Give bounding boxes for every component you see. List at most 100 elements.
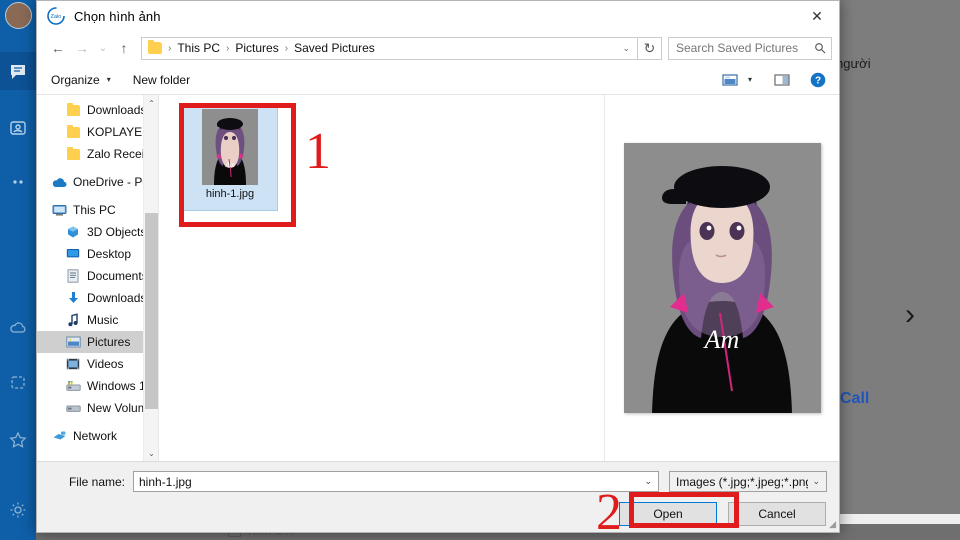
zalo-icon: Zalo bbox=[47, 7, 65, 25]
forward-button[interactable]: → bbox=[70, 36, 94, 60]
file-name-row: File name: hinh-1.jpg ⌄ Images (*.jpg;*.… bbox=[49, 471, 827, 492]
preview-image: Am bbox=[624, 143, 821, 413]
chevron-right-icon[interactable]: › bbox=[905, 300, 915, 330]
close-icon[interactable]: ✕ bbox=[795, 1, 839, 31]
sidebar-item-desktop[interactable]: Desktop bbox=[37, 243, 158, 265]
scrollbar-thumb[interactable] bbox=[145, 213, 158, 409]
dialog-title: Chọn hình ảnh bbox=[74, 9, 161, 24]
sidebar-item-downloads[interactable]: Downloads bbox=[37, 287, 158, 309]
svg-text:Zalo: Zalo bbox=[51, 14, 62, 20]
view-options-icon[interactable] bbox=[719, 69, 741, 91]
organize-button[interactable]: Organize ▾ bbox=[51, 73, 111, 87]
sidebar-item-label: Documents bbox=[87, 269, 148, 283]
file-item-hinh-1[interactable]: Am hinh-1.jpg bbox=[182, 103, 278, 211]
sidebar-scrollbar[interactable]: ⌃ ⌄ bbox=[143, 95, 158, 461]
breadcrumb-separator: › bbox=[226, 43, 229, 54]
star-icon[interactable] bbox=[8, 430, 28, 450]
dialog-body: Downloads KOPLAYER Zalo Received OneDriv… bbox=[37, 95, 839, 461]
sidebar-item-videos[interactable]: Videos bbox=[37, 353, 158, 375]
sidebar-item-music[interactable]: Music bbox=[37, 309, 158, 331]
scroll-down-icon[interactable]: ⌄ bbox=[144, 445, 159, 461]
sidebar-item-zalo-received[interactable]: Zalo Received bbox=[37, 143, 158, 165]
breadcrumb-item-pictures[interactable]: Pictures bbox=[235, 41, 278, 55]
folder-icon bbox=[65, 146, 81, 162]
gear-icon[interactable] bbox=[8, 500, 28, 520]
background-call-link[interactable]: Call bbox=[840, 390, 869, 408]
sidebar-item-pictures[interactable]: Pictures bbox=[37, 331, 158, 353]
drive-icon bbox=[65, 400, 81, 416]
zalo-sidebar-rail bbox=[0, 0, 36, 540]
sidebar-item-new-volume[interactable]: New Volume ( bbox=[37, 397, 158, 419]
chevron-down-icon[interactable]: ⌄ bbox=[808, 476, 824, 487]
sidebar-item-label: KOPLAYER bbox=[87, 125, 151, 139]
downloads-icon bbox=[65, 290, 81, 306]
chevron-down-icon: ▾ bbox=[107, 75, 111, 84]
folder-icon bbox=[65, 124, 81, 140]
sidebar-item-onedrive[interactable]: OneDrive - Pers bbox=[37, 171, 158, 193]
sidebar-item-3d-objects[interactable]: 3D Objects bbox=[37, 221, 158, 243]
sidebar-item-label: Music bbox=[87, 313, 118, 327]
open-button[interactable]: Open bbox=[619, 502, 717, 526]
sidebar-item-documents[interactable]: Documents bbox=[37, 265, 158, 287]
annotation-number-2: 2 bbox=[596, 487, 622, 539]
more-dots-icon[interactable] bbox=[8, 172, 28, 192]
svg-text:Am: Am bbox=[224, 161, 234, 169]
drive-icon bbox=[65, 378, 81, 394]
sidebar-item-downloads-folder[interactable]: Downloads bbox=[37, 99, 158, 121]
briefcase-icon[interactable] bbox=[8, 372, 28, 392]
refresh-button[interactable]: ↻ bbox=[638, 37, 662, 60]
folder-icon bbox=[65, 102, 81, 118]
cancel-button[interactable]: Cancel bbox=[728, 502, 826, 526]
help-icon[interactable]: ? bbox=[807, 69, 829, 91]
avatar[interactable] bbox=[5, 2, 32, 29]
back-button[interactable]: ← bbox=[46, 36, 70, 60]
chevron-down-icon[interactable]: ▾ bbox=[743, 69, 757, 91]
file-type-filter-select[interactable]: Images (*.jpg;*.jpeg;*.png) ⌄ bbox=[669, 471, 827, 492]
sidebar-item-koplayer[interactable]: KOPLAYER bbox=[37, 121, 158, 143]
search-icon bbox=[814, 42, 826, 54]
music-icon bbox=[65, 312, 81, 328]
sidebar-tree: Downloads KOPLAYER Zalo Received OneDriv… bbox=[37, 95, 158, 447]
recent-locations-button[interactable]: ⌄ bbox=[94, 36, 112, 60]
sidebar-item-label: Videos bbox=[87, 357, 123, 371]
file-list[interactable]: Am hinh-1.jpg bbox=[159, 95, 604, 461]
file-name-label: File name: bbox=[49, 475, 125, 489]
file-type-filter-value: Images (*.jpg;*.jpeg;*.png) bbox=[676, 475, 808, 489]
breadcrumb-separator: › bbox=[168, 43, 171, 54]
resize-grip-icon[interactable]: ◢ bbox=[829, 519, 836, 530]
sidebar-item-label: Network bbox=[73, 429, 117, 443]
preview-pane-icon[interactable] bbox=[771, 69, 793, 91]
videos-icon bbox=[65, 356, 81, 372]
this-pc-icon bbox=[51, 202, 67, 218]
preview-pane: Am bbox=[604, 95, 839, 461]
new-folder-button[interactable]: New folder bbox=[133, 73, 190, 87]
breadcrumb-item-this-pc[interactable]: This PC bbox=[177, 41, 220, 55]
network-icon bbox=[51, 428, 67, 444]
3d-objects-icon bbox=[65, 224, 81, 240]
up-button[interactable]: ↑ bbox=[112, 36, 136, 60]
organize-label: Organize bbox=[51, 73, 100, 87]
cloud-icon[interactable] bbox=[8, 318, 28, 338]
sidebar-item-network[interactable]: Network bbox=[37, 425, 158, 447]
sidebar-item-label: Desktop bbox=[87, 247, 131, 261]
view-caret-glyph: ▾ bbox=[748, 75, 752, 84]
sidebar-item-label: Downloads bbox=[87, 291, 146, 305]
chevron-down-icon[interactable]: ⌄ bbox=[640, 476, 656, 487]
breadcrumb[interactable]: › This PC › Pictures › Saved Pictures ⌄ bbox=[141, 37, 638, 60]
breadcrumb-item-saved-pictures[interactable]: Saved Pictures bbox=[294, 41, 375, 55]
dialog-titlebar[interactable]: Zalo Chọn hình ảnh ✕ bbox=[37, 1, 839, 31]
search-input[interactable]: Search Saved Pictures bbox=[668, 37, 832, 60]
annotation-number-1: 1 bbox=[305, 126, 331, 178]
sidebar-item-windows-drive[interactable]: Windows 10 ( bbox=[37, 375, 158, 397]
svg-text:Am: Am bbox=[702, 325, 739, 354]
file-open-dialog: Zalo Chọn hình ảnh ✕ ← → ⌄ ↑ › This PC ›… bbox=[36, 0, 840, 533]
file-name-label: hinh-1.jpg bbox=[206, 188, 254, 200]
breadcrumb-separator: › bbox=[285, 43, 288, 54]
chat-bubble-icon[interactable] bbox=[8, 62, 28, 82]
sidebar-item-this-pc[interactable]: This PC bbox=[37, 199, 158, 221]
scroll-up-icon[interactable]: ⌃ bbox=[144, 95, 159, 111]
chevron-down-icon[interactable]: ⌄ bbox=[617, 43, 635, 54]
navigation-bar: ← → ⌄ ↑ › This PC › Pictures › Saved Pic… bbox=[37, 31, 839, 65]
contacts-icon[interactable] bbox=[8, 118, 28, 138]
file-name-input[interactable]: hinh-1.jpg ⌄ bbox=[133, 471, 659, 492]
